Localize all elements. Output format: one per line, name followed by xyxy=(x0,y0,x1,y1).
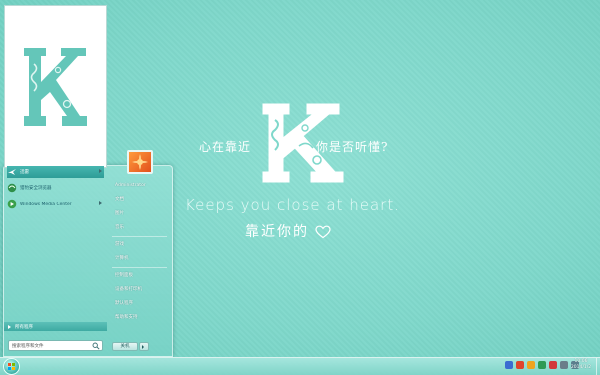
clock-date: 2014/1/2 xyxy=(570,365,592,370)
start-right-item-control-panel[interactable]: 控制面板 xyxy=(112,271,170,281)
media-center-icon xyxy=(7,199,17,209)
browser-icon xyxy=(7,183,17,193)
all-programs-button[interactable]: 所有程序 xyxy=(4,322,107,331)
wallpaper-text-cn2: 靠近你的 xyxy=(245,221,332,241)
tray-app-icon[interactable] xyxy=(505,361,513,369)
heart-outline-icon xyxy=(315,225,332,239)
taskbar-clock[interactable]: 10:06 2014/1/2 xyxy=(566,359,596,371)
search-icon xyxy=(92,342,100,350)
start-right-item-pictures[interactable]: 图片 xyxy=(112,209,170,219)
windows-logo-icon xyxy=(8,363,15,370)
start-right-item-games[interactable]: 游戏 xyxy=(112,240,170,250)
shutdown-options-button[interactable] xyxy=(139,342,149,351)
start-right-item-help[interactable]: 帮助和支持 xyxy=(112,313,170,323)
start-right-separator xyxy=(112,267,167,268)
start-right-separator xyxy=(112,236,167,237)
start-program-label: Windows Media Center xyxy=(20,201,72,207)
shutdown-button[interactable]: 关机 xyxy=(112,342,138,351)
start-program-item[interactable]: 猎豹安全浏览器 xyxy=(7,182,104,194)
start-right-item-documents[interactable]: 文档 xyxy=(112,195,170,205)
k-watermark-icon xyxy=(24,48,87,126)
search-placeholder: 搜索程序和文件 xyxy=(12,344,44,349)
submenu-arrow-icon xyxy=(99,201,102,205)
flower-avatar-icon xyxy=(132,154,148,170)
start-right-item-user[interactable]: Administrator xyxy=(112,181,170,191)
start-program-label: 迅雷 xyxy=(20,170,29,175)
wallpaper-text-en: Keeps you close at heart. xyxy=(185,196,400,214)
wallpaper-text-cn-right: 你是否听懂? xyxy=(316,140,389,154)
start-program-item[interactable]: Windows Media Center xyxy=(7,198,104,210)
tray-app-icon[interactable] xyxy=(527,361,535,369)
start-program-item[interactable]: 迅雷 xyxy=(7,166,104,178)
arrow-right-icon xyxy=(8,324,11,329)
start-program-label: 猎豹安全浏览器 xyxy=(20,186,52,191)
start-right-item-computer[interactable]: 计算机 xyxy=(112,254,170,264)
user-avatar[interactable] xyxy=(127,150,153,174)
start-right-item-music[interactable]: 音乐 xyxy=(112,223,170,233)
wallpaper-text-cn-left: 心在靠近 xyxy=(199,140,252,154)
thunder-bird-icon xyxy=(8,169,16,175)
show-desktop-button[interactable] xyxy=(596,358,600,375)
start-search-input[interactable]: 搜索程序和文件 xyxy=(8,340,103,351)
tray-app-icon[interactable] xyxy=(516,361,524,369)
wallpaper-text-cn2-label: 靠近你的 xyxy=(245,224,309,240)
tray-app-icon[interactable] xyxy=(549,361,557,369)
submenu-arrow-icon xyxy=(99,169,102,173)
all-programs-label: 所有程序 xyxy=(15,324,33,330)
start-menu-programs-pane xyxy=(4,5,107,168)
start-right-item-default-programs[interactable]: 默认程序 xyxy=(112,299,170,309)
start-button[interactable] xyxy=(3,358,20,375)
start-right-item-devices-printers[interactable]: 设备和打印机 xyxy=(112,285,170,295)
tray-app-icon[interactable] xyxy=(538,361,546,369)
